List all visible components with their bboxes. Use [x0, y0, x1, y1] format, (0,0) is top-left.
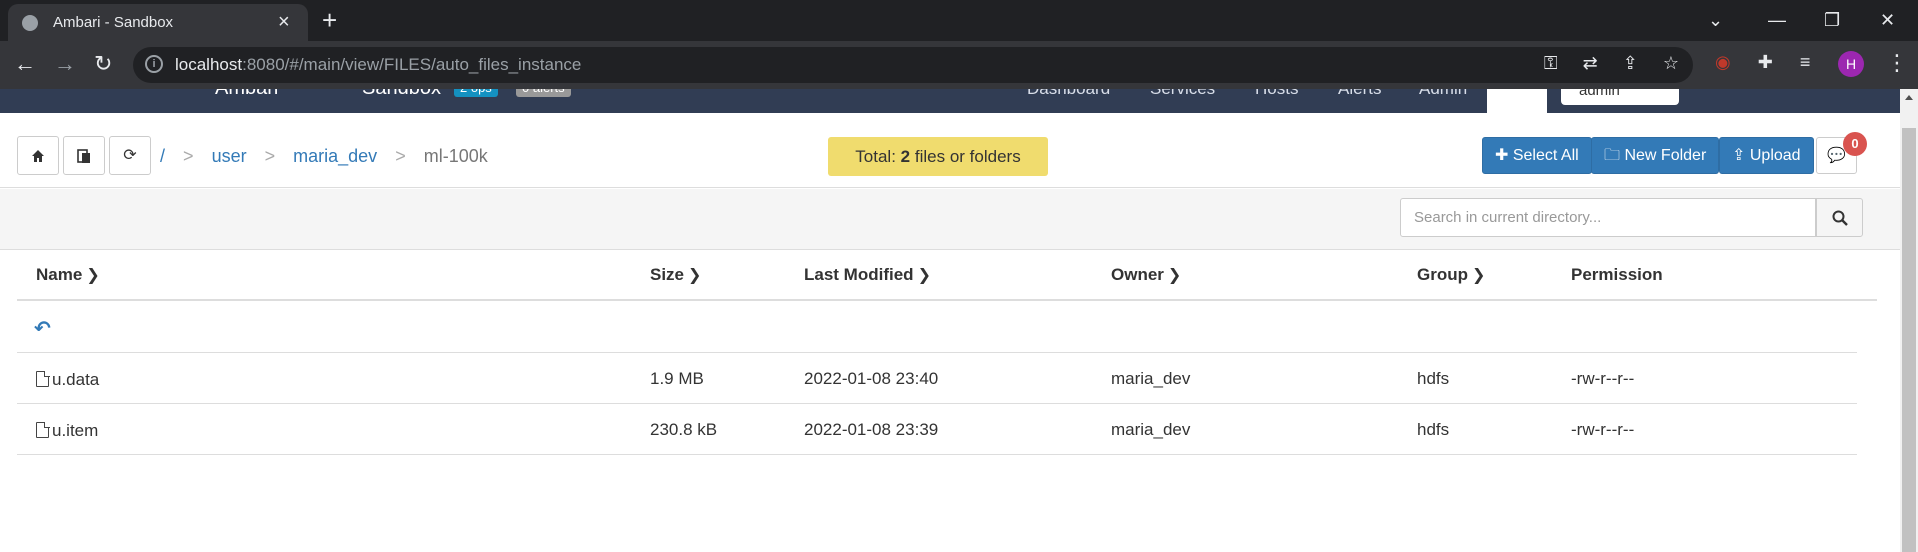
share-icon[interactable]: ⇪: [1623, 53, 1638, 73]
total-count: 2: [900, 147, 911, 166]
ambari-favicon-icon: [22, 15, 38, 31]
plus-icon: ✚: [1495, 147, 1509, 164]
file-size: 230.8 kB: [650, 420, 718, 439]
sort-chevron-icon: ❯: [1472, 267, 1486, 284]
url-text[interactable]: localhost:8080/#/main/view/FILES/auto_fi…: [175, 55, 581, 75]
folder-icon: 🗀: [1604, 147, 1621, 164]
home-button[interactable]: [17, 136, 59, 175]
browser-tab-bar: Ambari - Sandbox × + ⌄ — ❐ ✕: [0, 0, 1918, 41]
copy-path-button[interactable]: [63, 136, 105, 175]
home-icon: [32, 150, 44, 162]
comment-icon: 💬: [1827, 147, 1846, 164]
sort-chevron-icon: ❯: [1167, 267, 1182, 284]
search-bar-row: [0, 189, 1900, 250]
browser-tab[interactable]: Ambari - Sandbox ×: [8, 4, 308, 41]
upload-button[interactable]: ⇪ Upload: [1719, 137, 1814, 174]
file-size: 1.9 MB: [650, 369, 704, 388]
sort-chevron-icon: ❯: [917, 267, 931, 284]
tab-title: Ambari - Sandbox: [53, 14, 174, 31]
site-info-icon[interactable]: i: [145, 55, 163, 73]
reload-icon[interactable]: ↻: [94, 51, 112, 77]
column-permission[interactable]: Permission: [1571, 265, 1663, 285]
alerts-badge[interactable]: 0 alerts: [516, 89, 571, 97]
table-header: Name ❯ Size ❯ Last Modified ❯ Owner ❯ Group ❯…: [17, 251, 1877, 301]
file-icon: [36, 421, 50, 438]
extension-icon[interactable]: ◉: [1715, 52, 1731, 72]
new-folder-button[interactable]: 🗀 New Folder: [1591, 137, 1720, 174]
column-owner[interactable]: Owner ❯: [1111, 265, 1181, 285]
scroll-up-arrow-icon[interactable]: [1905, 95, 1913, 100]
reply-arrow-icon[interactable]: ↶: [34, 316, 51, 341]
breadcrumb-current: ml-100k: [423, 146, 488, 166]
scrollbar-thumb[interactable]: [1902, 128, 1916, 552]
search-button[interactable]: [1816, 198, 1863, 237]
notifications-count-badge: 0: [1843, 132, 1867, 156]
column-name[interactable]: Name ❯: [36, 265, 100, 285]
cluster-name[interactable]: Sandbox: [362, 89, 441, 100]
column-last-modified[interactable]: Last Modified ❯: [804, 265, 931, 285]
parent-directory-row[interactable]: ↶: [17, 302, 1857, 353]
restore-icon[interactable]: ❐: [1824, 6, 1840, 34]
search-input[interactable]: [1400, 198, 1816, 237]
file-permission[interactable]: -rw-r--r--: [1571, 369, 1634, 389]
breadcrumb-maria-dev[interactable]: maria_dev: [293, 146, 377, 166]
search-icon: [1832, 210, 1848, 226]
refresh-button[interactable]: ⟳: [109, 136, 151, 175]
file-name[interactable]: u.data: [36, 369, 99, 390]
close-window-icon[interactable]: ✕: [1880, 6, 1895, 34]
file-group: hdfs: [1417, 369, 1450, 388]
nav-dashboard[interactable]: Dashboard: [1027, 89, 1110, 99]
forward-arrow-icon[interactable]: →: [54, 51, 76, 77]
breadcrumb: / > user > maria_dev > ml-100k: [160, 146, 488, 166]
media-queue-icon[interactable]: ≡: [1800, 52, 1811, 72]
file-owner: maria_dev: [1111, 369, 1191, 388]
minimize-icon[interactable]: —: [1768, 6, 1786, 34]
breadcrumb-root[interactable]: /: [160, 146, 165, 166]
new-tab-icon[interactable]: +: [322, 6, 337, 34]
file-permission[interactable]: -rw-r--r--: [1571, 420, 1634, 440]
views-grid-button[interactable]: [1487, 89, 1547, 113]
file-modified: 2022-01-08 23:39: [804, 420, 939, 439]
back-arrow-icon[interactable]: ←: [14, 51, 36, 77]
table-row[interactable]: u.data 1.9 MB 2022-01-08 23:40 maria_dev…: [17, 353, 1857, 404]
tab-search-chevron-icon[interactable]: ⌄: [1708, 6, 1723, 34]
file-icon: [36, 370, 50, 387]
nav-hosts[interactable]: Hosts: [1255, 89, 1298, 99]
nav-admin[interactable]: Admin: [1419, 89, 1467, 99]
puzzle-icon[interactable]: ✚: [1758, 52, 1773, 72]
address-bar[interactable]: i localhost:8080/#/main/view/FILES/auto_…: [133, 47, 1693, 83]
refresh-icon: ⟳: [123, 147, 137, 164]
tab-close-icon[interactable]: ×: [278, 10, 290, 34]
total-count-badge: Total: 2 files or folders: [828, 137, 1048, 176]
nav-services[interactable]: Services: [1150, 89, 1215, 99]
ops-badge[interactable]: 2 ops: [454, 89, 498, 97]
file-group: hdfs: [1417, 420, 1450, 439]
sort-chevron-icon: ❯: [688, 267, 702, 284]
table-row[interactable]: u.item 230.8 kB 2022-01-08 23:39 maria_d…: [17, 404, 1857, 455]
ambari-top-nav: Ambari Sandbox 2 ops 0 alerts Dashboard …: [0, 89, 1900, 113]
nav-alerts[interactable]: Alerts: [1338, 89, 1381, 99]
sort-chevron-icon: ❯: [86, 267, 100, 284]
file-owner: maria_dev: [1111, 420, 1191, 439]
files-toolbar: ⟳ / > user > maria_dev > ml-100k Total: …: [0, 113, 1900, 188]
ambari-brand[interactable]: Ambari: [215, 89, 278, 100]
key-icon[interactable]: ⚿: [1544, 53, 1558, 73]
column-size[interactable]: Size ❯: [650, 265, 701, 285]
select-all-button[interactable]: ✚ Select All: [1482, 137, 1592, 174]
upload-icon: ⇪: [1732, 147, 1746, 164]
file-name[interactable]: u.item: [36, 420, 98, 441]
browser-menu-icon[interactable]: ⋮: [1886, 50, 1908, 76]
clipboard-icon: [77, 149, 90, 163]
bookmark-star-icon[interactable]: ☆: [1663, 53, 1679, 73]
profile-avatar[interactable]: H: [1838, 51, 1864, 77]
file-modified: 2022-01-08 23:40: [804, 369, 939, 388]
browser-toolbar: ← → ↻ i localhost:8080/#/main/view/FILES…: [0, 41, 1918, 89]
column-group[interactable]: Group ❯: [1417, 265, 1485, 285]
user-menu[interactable]: admin: [1561, 89, 1679, 105]
breadcrumb-user[interactable]: user: [212, 146, 247, 166]
extensions-area: ◉ ✚ ≡: [1715, 52, 1810, 73]
translate-icon[interactable]: ⇄: [1583, 53, 1598, 73]
